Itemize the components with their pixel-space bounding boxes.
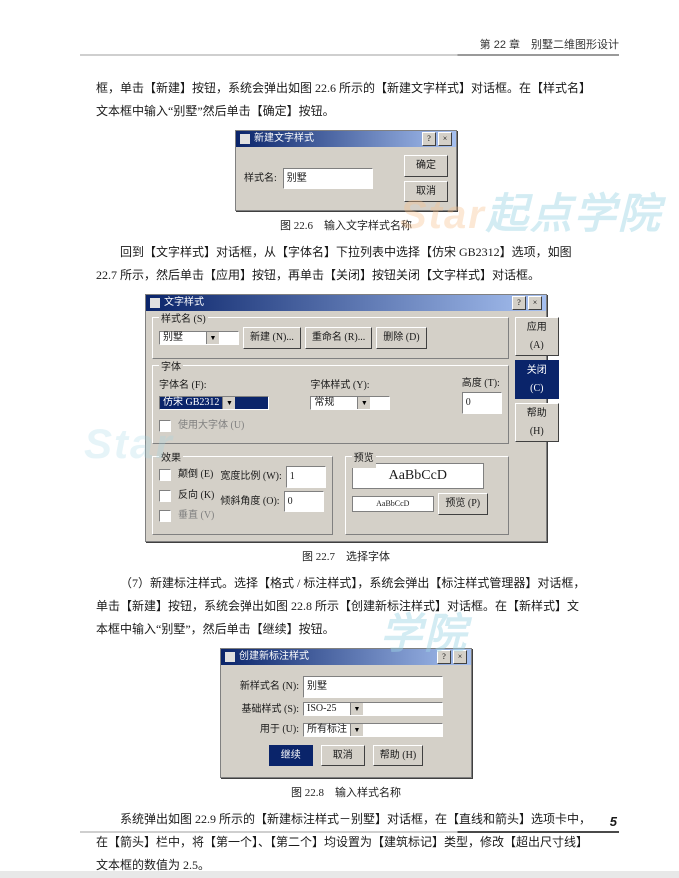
bigfont-checkbox[interactable] [159,420,171,432]
dialog-title: 文字样式 [164,295,510,311]
font-style-combo[interactable]: 常规▼ [310,396,390,410]
paragraph: 文本框中输入“别墅”然后单击【确定】按钮。 [96,101,596,122]
rename-button[interactable]: 重命名 (R)... [305,327,372,349]
app-icon [150,298,160,308]
continue-button[interactable]: 继续 [269,745,313,767]
help-icon[interactable]: ? [512,296,526,310]
group-font: 字体 [159,359,183,377]
help-button[interactable]: 帮助 (H) [373,745,423,767]
upside-label: 颠倒 (E) [178,466,213,484]
paragraph: 本框中输入“别墅”，然后单击【继续】按钮。 [96,619,596,640]
preview-small: AaBbCcD [352,496,434,512]
figure-22-8: 创建新标注样式 ? × 新样式名 (N): 别墅 基础样式 (S): ISO-2… [96,648,596,803]
cancel-button[interactable]: 取消 [321,745,365,767]
figure-22-7: 文字样式 ? × 样式名 (S) 别墅▼ 新建 (N). [96,294,596,567]
font-name-combo[interactable]: 仿宋 GB2312▼ [159,396,269,410]
bigfont-label: 使用大字体 (U) [178,417,244,435]
paragraph: 在【箭头】栏中，将【第一个】、【第二个】均设置为【建筑标记】类型，修改【超出尺寸… [96,832,596,853]
close-button[interactable]: 关闭 (C) [515,360,559,399]
new-button[interactable]: 新建 (N)... [243,327,301,349]
figure-caption: 图 22.6 输入文字样式名称 [96,217,596,236]
footer-rule [80,831,619,833]
app-icon [240,134,250,144]
new-style-input[interactable]: 别墅 [303,676,443,698]
help-icon[interactable]: ? [422,132,436,146]
height-label: 高度 (T): [462,375,502,393]
new-style-label: 新样式名 (N): [229,678,299,696]
close-icon[interactable]: × [438,132,452,146]
width-input[interactable]: 1 [286,466,326,488]
font-style-label: 字体样式 (Y): [310,377,457,395]
close-icon[interactable]: × [453,650,467,664]
header-rule [80,54,619,56]
group-effect: 效果 [159,450,183,468]
figure-caption: 图 22.8 输入样式名称 [96,784,596,803]
page-number: 5 [610,814,617,829]
help-button[interactable]: 帮助 (H) [515,403,559,442]
dialog-title: 创建新标注样式 [239,649,435,665]
style-name-combo[interactable]: 别墅▼ [159,331,239,345]
dialog-title: 新建文字样式 [254,131,420,147]
paragraph: 文本框的数值为 2.5。 [96,855,596,876]
close-icon[interactable]: × [528,296,542,310]
dialog-title-bar: 创建新标注样式 ? × [221,649,471,665]
oblique-input[interactable]: 0 [284,491,324,513]
base-style-combo[interactable]: ISO-25▼ [303,702,443,716]
paragraph: 22.7 所示，然后单击【应用】按钮，再单击【关闭】按钮关闭【文字样式】对话框。 [96,265,596,286]
app-icon [225,652,235,662]
group-style-name: 样式名 (S) [159,311,208,329]
page: 第 22 章 别墅二维图形设计 Star起点学院 StarStar 学院 框，单… [0,0,679,871]
style-name-input[interactable]: 别墅 [283,168,373,190]
use-for-label: 用于 (U): [229,721,299,739]
dialog-title-bar: 文字样式 ? × [146,295,546,311]
preview-button[interactable]: 预览 (P) [438,493,488,515]
font-name-label: 字体名 (F): [159,377,306,395]
vertical-checkbox[interactable] [159,510,171,522]
use-for-combo[interactable]: 所有标注▼ [303,723,443,737]
help-icon[interactable]: ? [437,650,451,664]
figure-22-6: 新建文字样式 ? × 样式名: 别墅 确定 取消 图 22.6 输入文字样式名称 [96,130,596,236]
base-style-label: 基础样式 (S): [229,701,299,719]
figure-caption: 图 22.7 选择字体 [96,548,596,567]
group-preview: 预览 [352,450,376,468]
paragraph: 单击【新建】按钮，系统会弹出如图 22.8 所示【创建新标注样式】对话框。在【新… [96,596,596,617]
dialog-title-bar: 新建文字样式 ? × [236,131,456,147]
cancel-button[interactable]: 取消 [404,181,448,203]
vertical-label: 垂直 (V) [178,507,214,525]
paragraph: 框，单击【新建】按钮，系统会弹出如图 22.6 所示的【新建文字样式】对话框。在… [96,78,596,99]
width-label: 宽度比例 (W): [220,468,281,486]
height-input[interactable]: 0 [462,392,502,414]
paragraph: （7）新建标注样式。选择【格式 / 标注样式】，系统会弹出【标注样式管理器】对话… [96,573,596,594]
upside-checkbox[interactable] [159,469,171,481]
reverse-checkbox[interactable] [159,490,171,502]
reverse-label: 反向 (K) [178,487,214,505]
chapter-header: 第 22 章 别墅二维图形设计 [480,36,619,52]
apply-button[interactable]: 应用 (A) [515,317,559,356]
page-content: 框，单击【新建】按钮，系统会弹出如图 22.6 所示的【新建文字样式】对话框。在… [96,78,596,878]
oblique-label: 倾斜角度 (O): [220,493,279,511]
style-name-label: 样式名: [244,170,277,188]
paragraph: 系统弹出如图 22.9 所示的【新建标注样式－别墅】对话框，在【直线和箭头】选项… [96,809,596,830]
delete-button[interactable]: 删除 (D) [376,327,426,349]
ok-button[interactable]: 确定 [404,155,448,177]
paragraph: 回到【文字样式】对话框，从【字体名】下拉列表中选择【仿宋 GB2312】选项，如… [96,242,596,263]
